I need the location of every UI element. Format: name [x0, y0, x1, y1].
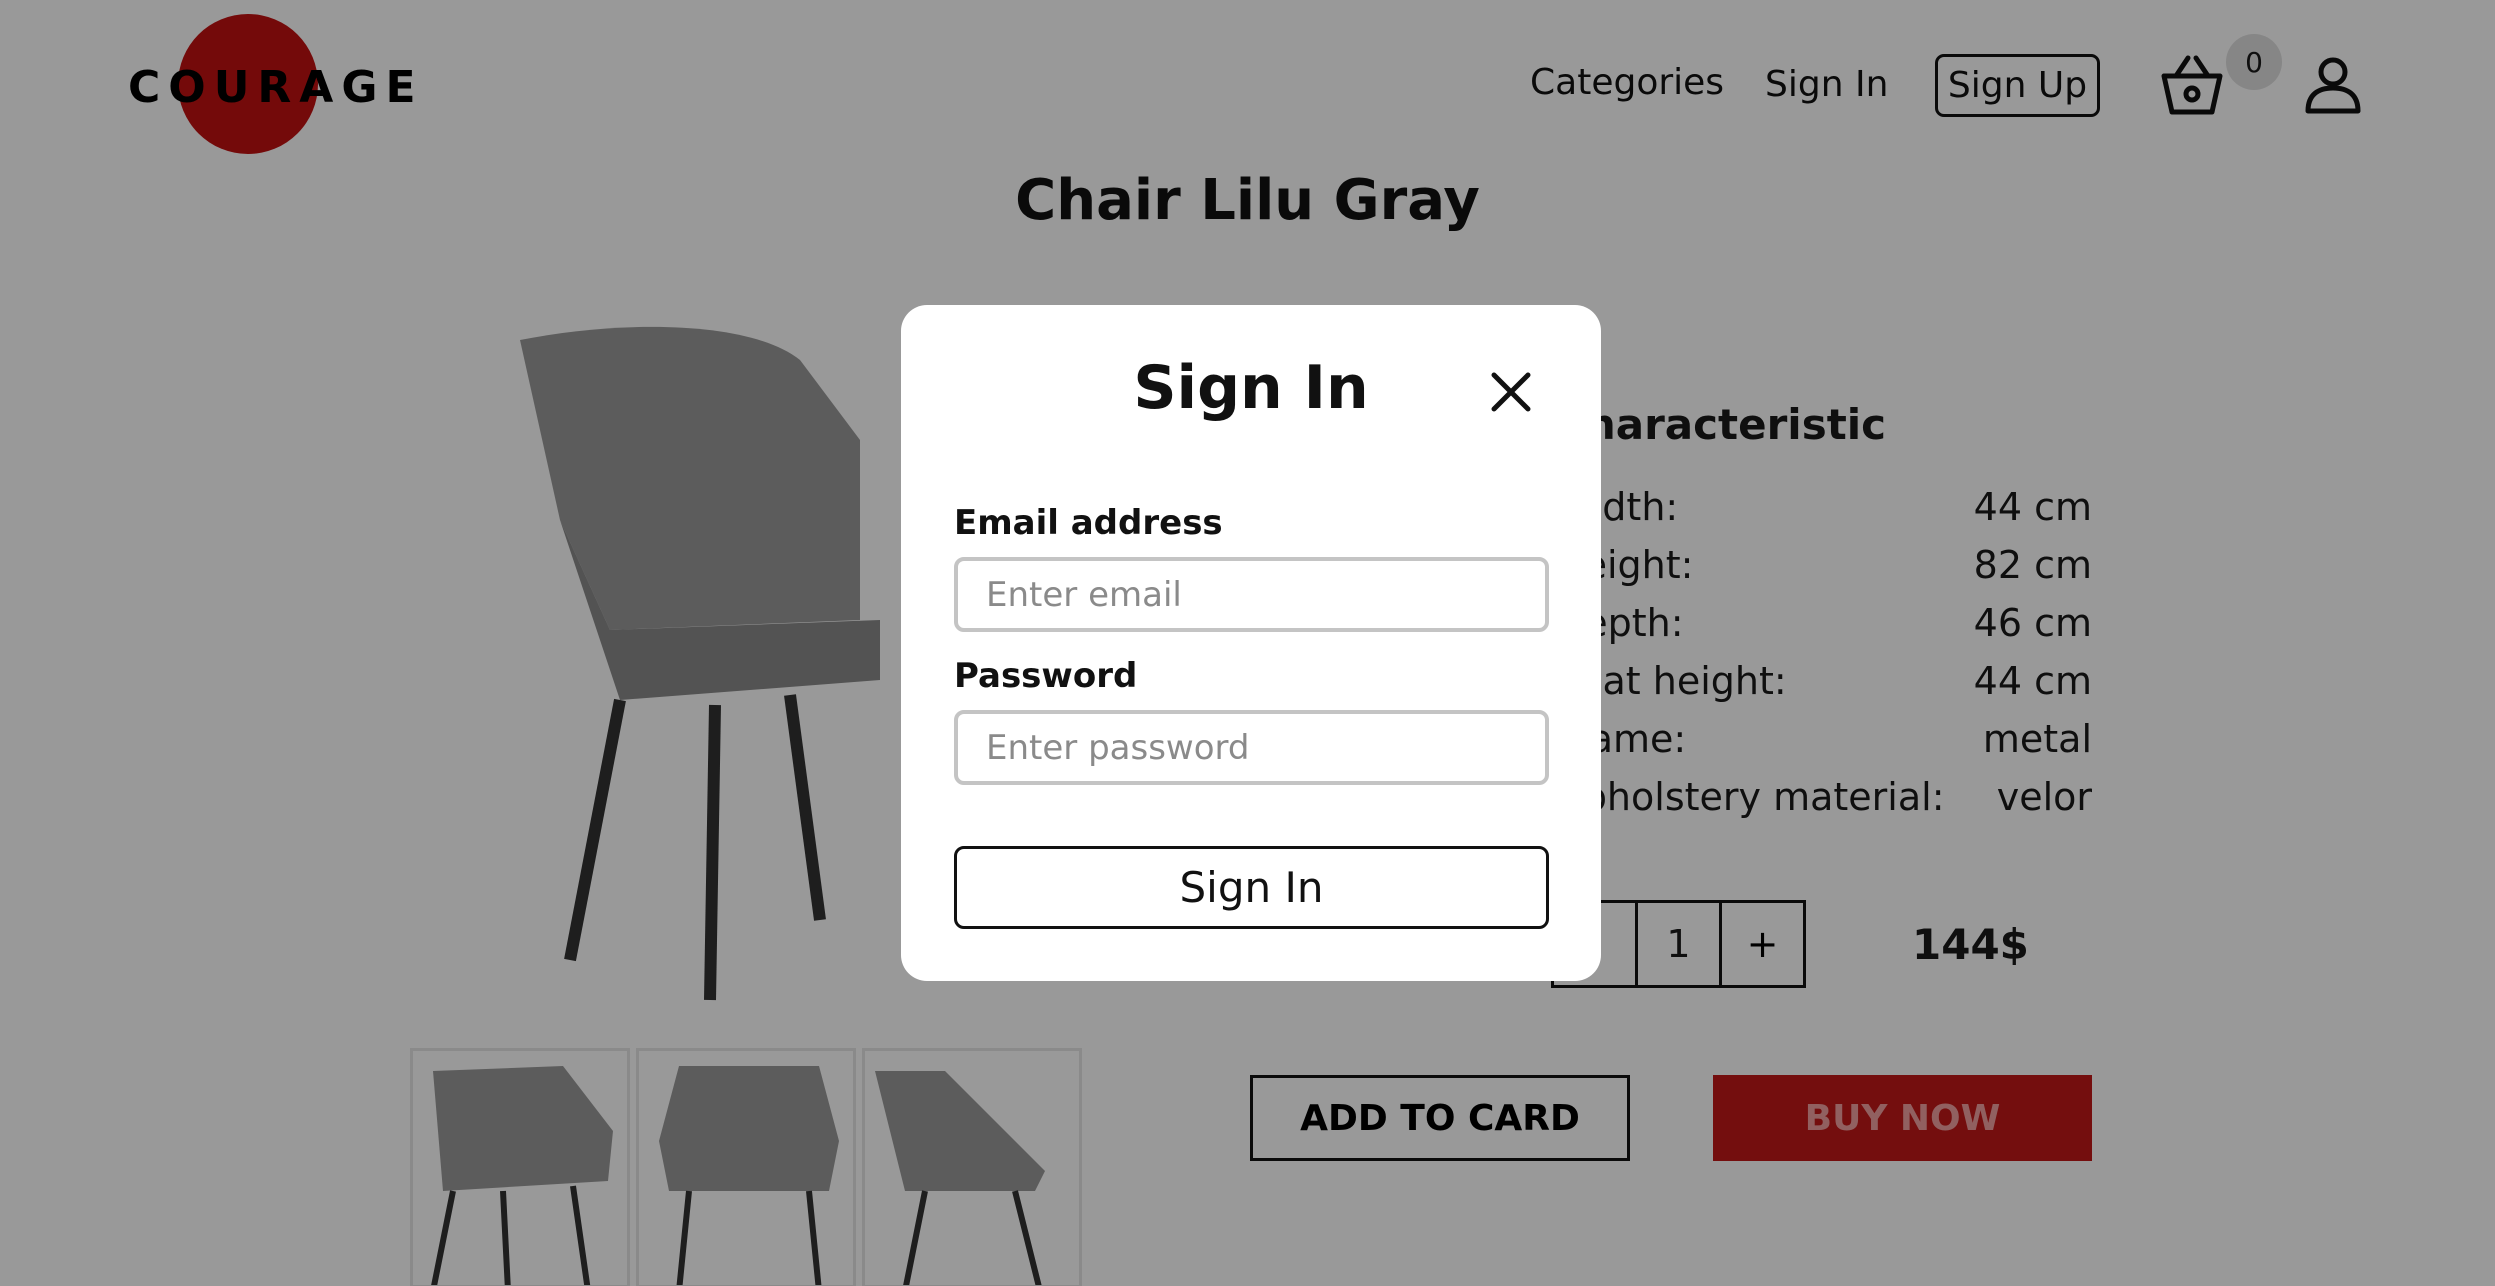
sign-in-modal: Sign In Email address Password Sign In [901, 305, 1601, 981]
close-icon-glyph [1491, 372, 1531, 412]
password-field[interactable] [954, 710, 1549, 785]
sign-in-submit-button[interactable]: Sign In [954, 846, 1549, 929]
password-label: Password [954, 656, 1138, 696]
close-icon[interactable] [1486, 367, 1536, 417]
email-label: Email address [954, 503, 1223, 543]
email-field[interactable] [954, 557, 1549, 632]
